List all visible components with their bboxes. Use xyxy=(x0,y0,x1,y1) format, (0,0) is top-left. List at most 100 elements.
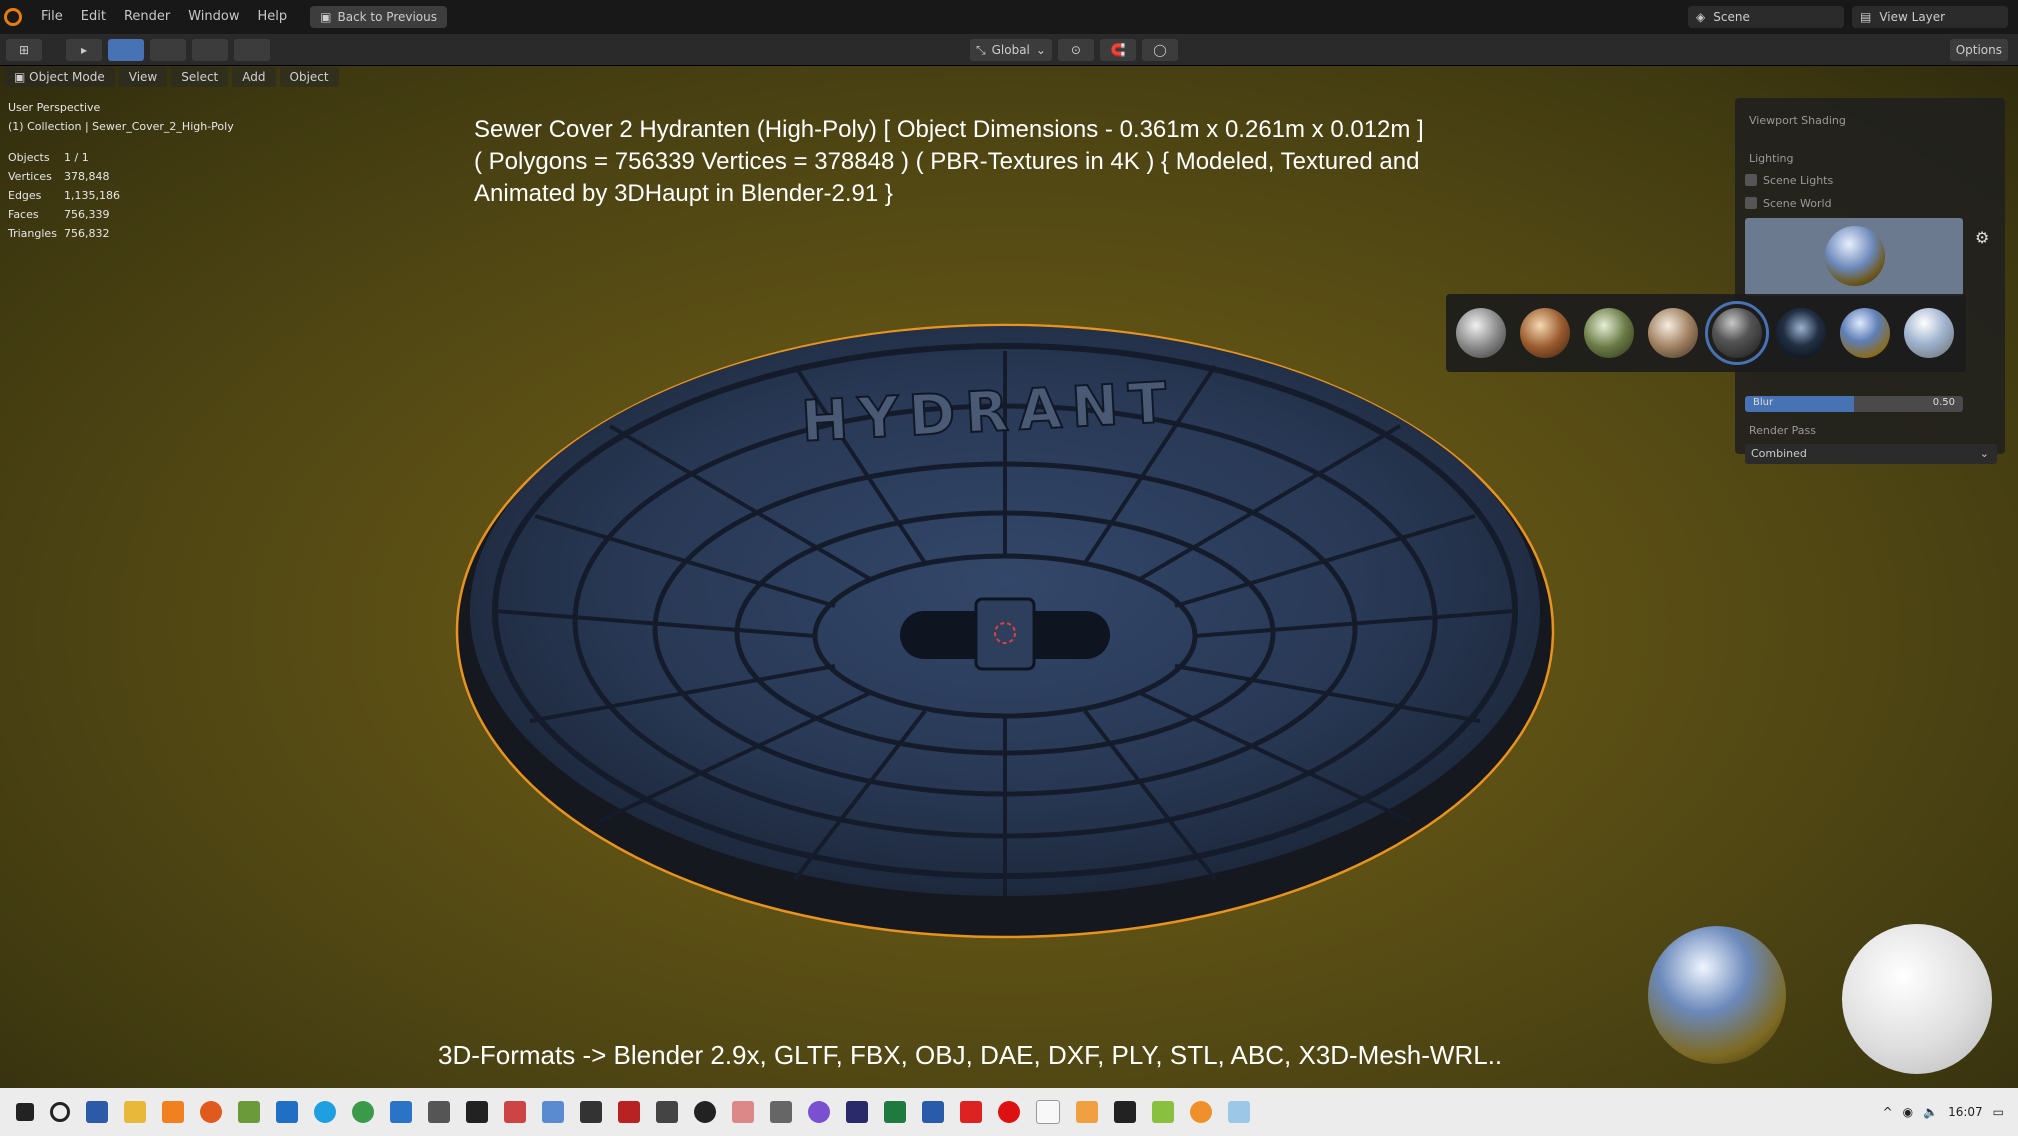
hdri-option[interactable] xyxy=(1584,308,1634,358)
app-icon[interactable] xyxy=(466,1101,488,1123)
object-mode-dropdown[interactable]: ▣ Object Mode xyxy=(4,67,115,87)
proportional-editing-button[interactable]: ◯ xyxy=(1141,39,1178,61)
calculator-icon[interactable] xyxy=(770,1101,792,1123)
hdri-option[interactable] xyxy=(1776,308,1826,358)
chrome-icon[interactable] xyxy=(352,1101,374,1123)
world-sphere-gizmo[interactable] xyxy=(1648,926,1786,1064)
network-icon[interactable]: ◉ xyxy=(1903,1105,1913,1119)
terminal-icon[interactable] xyxy=(1114,1101,1136,1123)
editor-type-button[interactable]: ⊞ xyxy=(6,39,42,61)
overlay-title-text: Sewer Cover 2 Hydranten (High-Poly) [ Ob… xyxy=(474,114,1474,210)
app-icon[interactable] xyxy=(656,1101,678,1123)
back-to-previous-button[interactable]: ▣ Back to Previous xyxy=(310,6,448,28)
chevron-up-icon[interactable]: ^ xyxy=(1883,1105,1893,1119)
select-invert-mode-button[interactable] xyxy=(234,39,270,61)
windows-start-icon[interactable] xyxy=(16,1103,34,1121)
app-icon[interactable] xyxy=(390,1101,412,1123)
hdri-preview[interactable] xyxy=(1745,218,1963,296)
app-icon[interactable] xyxy=(542,1101,564,1123)
scene-lights-checkbox[interactable] xyxy=(1745,174,1757,186)
blender-icon[interactable] xyxy=(1190,1101,1212,1123)
tool-header: ⊞ ▸ ⤡ Global ⌄ ⊙ 🧲 ◯ Options xyxy=(0,35,2018,65)
select-tool-button[interactable]: ▸ xyxy=(66,39,102,61)
back-icon: ▣ xyxy=(320,10,332,24)
perspective-label: User Perspective xyxy=(8,101,101,114)
app-icon[interactable] xyxy=(808,1101,830,1123)
menu-select[interactable]: Select xyxy=(171,67,229,87)
firefox-icon[interactable] xyxy=(200,1101,222,1123)
stat-value: 756,832 xyxy=(64,227,110,240)
word-icon[interactable] xyxy=(922,1101,944,1123)
object-mode-icon: ▣ xyxy=(14,70,30,84)
blender-logo-icon[interactable] xyxy=(4,8,22,26)
notification-icon[interactable]: ▭ xyxy=(1993,1105,2004,1119)
menu-view[interactable]: View xyxy=(118,67,168,87)
search-icon[interactable] xyxy=(50,1102,70,1122)
app-icon[interactable] xyxy=(504,1101,526,1123)
stat-key: Edges xyxy=(8,189,42,202)
app-icon[interactable] xyxy=(618,1101,640,1123)
hdri-option-selected[interactable] xyxy=(1705,301,1769,365)
hdri-option[interactable] xyxy=(1520,308,1570,358)
pivot-point-button[interactable]: ⊙ xyxy=(1057,39,1094,61)
3d-viewport[interactable]: ▣ Object Mode View Select Add Object Use… xyxy=(0,66,2018,1088)
app-icon[interactable] xyxy=(960,1101,982,1123)
blur-slider[interactable]: Blur 0.50 xyxy=(1745,396,1963,412)
hdri-preview-sphere-icon xyxy=(1825,226,1885,286)
app-icon[interactable] xyxy=(580,1101,602,1123)
render-pass-dropdown[interactable]: Combined ⌄ xyxy=(1745,444,1997,464)
sewer-cover-object[interactable]: HYDRANT xyxy=(450,261,1570,961)
menu-window[interactable]: Window xyxy=(179,0,248,34)
object-mode-label: Object Mode xyxy=(29,70,105,84)
opera-icon[interactable] xyxy=(998,1101,1020,1123)
hdri-option[interactable] xyxy=(1904,308,1954,358)
scene-selector[interactable]: ◈ Scene xyxy=(1688,6,1844,28)
viewport-header: ▣ Object Mode View Select Add Object xyxy=(0,66,2018,88)
outlook-icon[interactable] xyxy=(276,1101,298,1123)
render-pass-label: Render Pass xyxy=(1749,424,1816,437)
app-icon[interactable] xyxy=(428,1101,450,1123)
menu-object[interactable]: Object xyxy=(279,67,339,87)
app-icon[interactable] xyxy=(846,1101,868,1123)
cover-handle-bar xyxy=(974,597,1036,671)
menu-render[interactable]: Render xyxy=(115,0,179,34)
menu-file[interactable]: File xyxy=(32,0,72,34)
transform-orientation-dropdown[interactable]: ⤡ Global ⌄ xyxy=(970,39,1052,61)
notepad-icon[interactable] xyxy=(238,1101,260,1123)
select-subtract-mode-button[interactable] xyxy=(192,39,228,61)
hdri-option[interactable] xyxy=(1648,308,1698,358)
viewport-shading-title: Viewport Shading xyxy=(1749,114,1846,127)
gear-icon[interactable]: ⚙ xyxy=(1975,228,1989,247)
options-label: Options xyxy=(1955,43,2002,57)
document-icon[interactable] xyxy=(1036,1100,1060,1124)
app-icon[interactable] xyxy=(1152,1101,1174,1123)
app-icon[interactable] xyxy=(732,1101,754,1123)
file-explorer-icon[interactable] xyxy=(124,1101,146,1123)
excel-icon[interactable] xyxy=(884,1101,906,1123)
select-box-mode-button[interactable] xyxy=(108,39,144,61)
orientation-icon: ⤡ xyxy=(976,42,986,57)
hdri-option[interactable] xyxy=(1456,308,1506,358)
volume-icon[interactable]: 🔈 xyxy=(1923,1105,1938,1119)
scene-world-checkbox[interactable] xyxy=(1745,197,1757,209)
app-icon[interactable] xyxy=(1228,1101,1250,1123)
app-icon[interactable] xyxy=(1076,1101,1098,1123)
overlay-line-3: Animated by 3DHaupt in Blender-2.91 } xyxy=(474,180,893,207)
material-sphere-gizmo[interactable] xyxy=(1842,924,1992,1074)
menu-help[interactable]: Help xyxy=(249,0,297,34)
scene-icon: ◈ xyxy=(1696,10,1706,24)
snap-button[interactable]: 🧲 xyxy=(1099,39,1136,61)
menu-add[interactable]: Add xyxy=(232,67,276,87)
menu-edit[interactable]: Edit xyxy=(72,0,115,34)
app-icon[interactable] xyxy=(162,1101,184,1123)
skype-icon[interactable] xyxy=(314,1101,336,1123)
view-layer-selector[interactable]: ▤ View Layer xyxy=(1852,6,2008,28)
clock[interactable]: 16:07 xyxy=(1948,1105,1983,1119)
save-app-icon[interactable] xyxy=(86,1101,108,1123)
select-extend-mode-button[interactable] xyxy=(150,39,186,61)
app-icon[interactable] xyxy=(694,1101,716,1123)
options-dropdown[interactable]: Options xyxy=(1949,39,2008,61)
scene-lights-label: Scene Lights xyxy=(1763,174,1834,187)
hdri-option[interactable] xyxy=(1840,308,1890,358)
stats-row: Vertices 378,848 xyxy=(8,167,234,186)
